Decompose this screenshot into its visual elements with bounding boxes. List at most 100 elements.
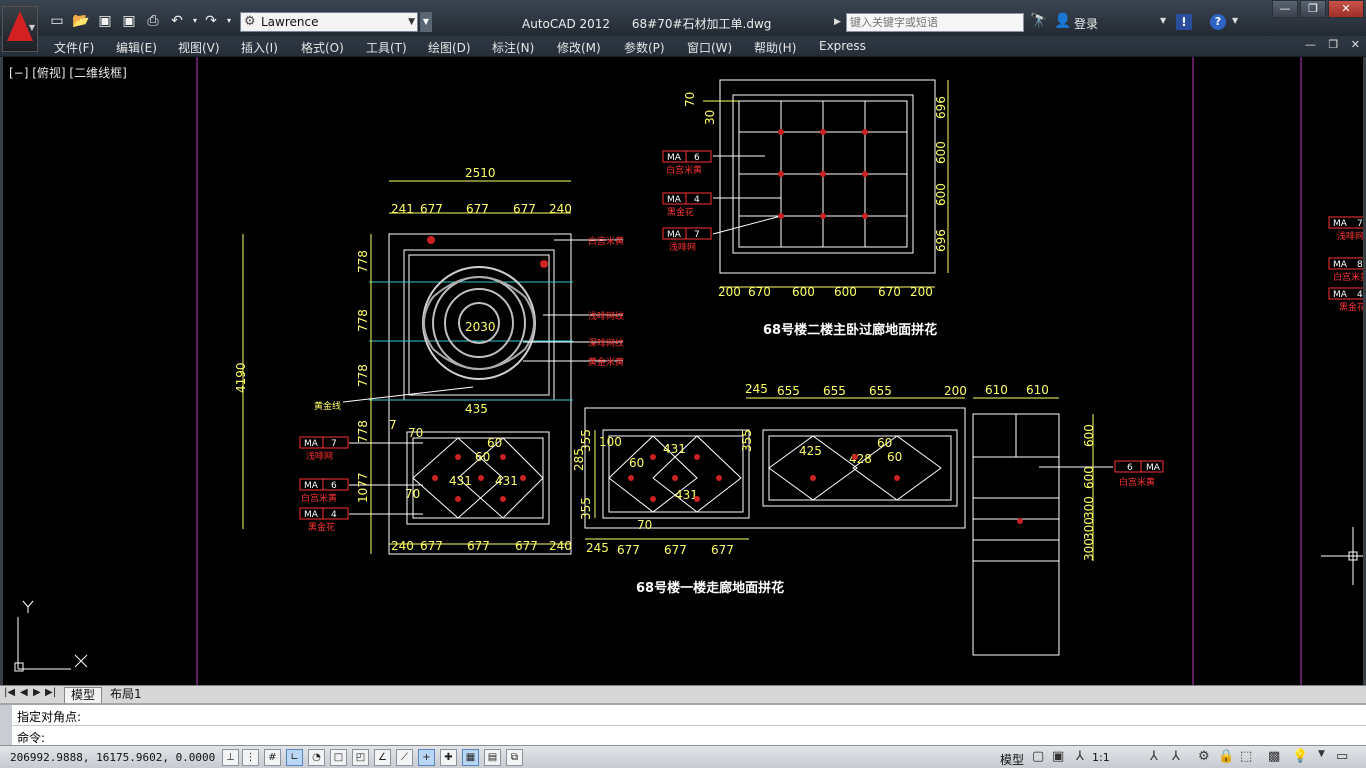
command-history: 指定对角点: xyxy=(17,710,82,724)
dim-label: 60 xyxy=(887,450,902,464)
dim-label: 778 xyxy=(356,250,370,273)
dim-label: 778 xyxy=(356,420,370,443)
application-menu-button[interactable]: ▼ xyxy=(2,6,38,52)
dynamic-input-button[interactable]: + xyxy=(418,749,435,766)
marker-dot xyxy=(478,475,484,481)
lineweight-button[interactable]: ✚ xyxy=(440,749,457,766)
redo-icon[interactable]: ↷ xyxy=(202,12,220,30)
workspace-select[interactable]: ⚙ Lawrence ▼ xyxy=(240,12,418,32)
restore-button[interactable]: ❐ xyxy=(1300,0,1326,18)
toolbar-lock-icon[interactable]: ⬚ xyxy=(1240,749,1252,764)
quick-properties-button[interactable]: ▤ xyxy=(484,749,501,766)
doc-restore-button[interactable]: ❐ xyxy=(1328,38,1338,51)
menu-draw[interactable]: 绘图(D) xyxy=(428,39,471,56)
command-input[interactable]: 命令: xyxy=(17,729,45,746)
document-window-controls: — ❐ ✕ xyxy=(1296,38,1360,51)
clean-screen-icon[interactable]: ▭ xyxy=(1336,749,1348,764)
menu-edit[interactable]: 编辑(E) xyxy=(116,39,157,56)
transparency-button[interactable]: ▦ xyxy=(462,749,479,766)
menu-file[interactable]: 文件(F) xyxy=(54,39,94,56)
viewport-controls-label[interactable]: [−] [俯视] [二维线框] xyxy=(9,64,127,81)
hardware-acceleration-icon[interactable]: ▩ xyxy=(1268,749,1280,764)
close-button[interactable]: ✕ xyxy=(1328,0,1364,18)
coordinate-readout[interactable]: 206992.9888, 16175.9602, 0.0000 xyxy=(10,751,215,764)
dim-label: 670 xyxy=(748,285,771,299)
user-icon[interactable]: 👤 xyxy=(1054,13,1071,29)
minimize-button[interactable]: — xyxy=(1272,0,1298,18)
model-space-button[interactable]: 模型 xyxy=(1000,751,1024,768)
menu-insert[interactable]: 插入(I) xyxy=(241,39,278,56)
polar-tracking-button[interactable]: ◔ xyxy=(308,749,325,766)
dim-label: 677 xyxy=(513,202,536,216)
dim-label: 240 xyxy=(549,202,572,216)
last-tab-icon[interactable]: ▶| xyxy=(45,687,56,698)
chevron-down-icon[interactable]: ▼ xyxy=(1318,749,1325,759)
tag-name: 白宫米黄 xyxy=(1333,271,1363,283)
dim-label: 600 xyxy=(1082,424,1096,447)
save-as-icon[interactable]: ▣ xyxy=(120,12,138,30)
first-tab-icon[interactable]: |◀ xyxy=(4,687,15,698)
annotation-scale-value[interactable]: 1:1 xyxy=(1092,751,1110,764)
tag-code: MA xyxy=(304,481,319,491)
prev-tab-icon[interactable]: ◀ xyxy=(20,687,28,698)
annotation-scale-icon[interactable]: ⅄ xyxy=(1076,749,1084,764)
object-snap-button[interactable]: □ xyxy=(330,749,347,766)
menu-help[interactable]: 帮助(H) xyxy=(754,39,796,56)
menu-tools[interactable]: 工具(T) xyxy=(366,39,407,56)
annotation-visibility-icon[interactable]: ⅄ xyxy=(1150,749,1158,764)
menu-express[interactable]: Express xyxy=(819,39,866,53)
new-file-icon[interactable]: ▭ xyxy=(48,12,66,30)
tag-name: 浅啡网 xyxy=(1337,230,1363,242)
tab-model[interactable]: 模型 xyxy=(64,687,103,703)
auto-scale-icon[interactable]: ⅄ xyxy=(1172,749,1180,764)
chevron-down-icon[interactable]: ▼ xyxy=(1160,16,1166,25)
snap-mode-button[interactable]: ⋮ xyxy=(242,749,259,766)
quick-view-drawings-icon[interactable]: ▣ xyxy=(1052,749,1064,764)
tab-layout1[interactable]: 布局1 xyxy=(104,687,148,703)
marker-dot xyxy=(778,171,784,177)
menu-view[interactable]: 视图(V) xyxy=(178,39,220,56)
ucs-icon xyxy=(14,617,88,672)
quick-access-menu-button[interactable]: ▼ xyxy=(420,12,432,32)
material-label: 白宫米黄 xyxy=(588,235,624,247)
infer-constraints-button[interactable]: ⊥ xyxy=(222,749,239,766)
doc-minimize-button[interactable]: — xyxy=(1305,38,1316,51)
workspace-value: Lawrence xyxy=(261,15,319,29)
menu-parametric[interactable]: 参数(P) xyxy=(624,39,665,56)
menu-dimension[interactable]: 标注(N) xyxy=(492,39,534,56)
menu-modify[interactable]: 修改(M) xyxy=(557,39,601,56)
chevron-down-icon: ▼ xyxy=(28,23,35,32)
help-icon[interactable]: ? xyxy=(1210,14,1226,30)
dynamic-ucs-button[interactable]: ⟋ xyxy=(396,749,413,766)
exchange-icon[interactable]: ! xyxy=(1176,14,1192,30)
isolate-objects-icon[interactable]: 💡 xyxy=(1292,749,1308,764)
dim-label: 778 xyxy=(356,364,370,387)
search-expand-icon[interactable]: ▶ xyxy=(834,13,846,31)
object-snap-tracking-button[interactable]: ∠ xyxy=(374,749,391,766)
grid-display-button[interactable]: # xyxy=(264,749,281,766)
save-icon[interactable]: ▣ xyxy=(96,12,114,30)
next-tab-icon[interactable]: ▶ xyxy=(33,687,41,698)
menu-window[interactable]: 窗口(W) xyxy=(687,39,732,56)
undo-icon[interactable]: ↶ xyxy=(168,12,186,30)
cad-drawing[interactable]: 2510 241 677 677 677 240 240 677 677 677… xyxy=(3,57,1363,685)
binoculars-icon[interactable]: 🔭 xyxy=(1030,13,1047,29)
menu-format[interactable]: 格式(O) xyxy=(301,39,344,56)
search-input[interactable] xyxy=(846,13,1024,32)
open-file-icon[interactable]: 📂 xyxy=(72,12,90,30)
menu-bar: 文件(F) 编辑(E) 视图(V) 插入(I) 格式(O) 工具(T) 绘图(D… xyxy=(0,36,1366,57)
lock-icon[interactable]: 🔒 xyxy=(1218,749,1234,764)
quick-view-layouts-icon[interactable]: ▢ xyxy=(1032,749,1044,764)
selection-cycling-button[interactable]: ⧉ xyxy=(506,749,523,766)
drawing-canvas[interactable]: 2510 241 677 677 677 240 240 677 677 677… xyxy=(0,57,1366,685)
tag-code: MA xyxy=(1333,219,1348,229)
command-window-grip[interactable] xyxy=(0,705,12,745)
print-icon[interactable]: ⎙ xyxy=(144,12,162,30)
redo-dropdown-icon[interactable]: ▾ xyxy=(220,12,238,30)
doc-close-button[interactable]: ✕ xyxy=(1351,38,1360,51)
workspace-switch-icon[interactable]: ⚙ xyxy=(1198,749,1210,764)
chevron-down-icon[interactable]: ▼ xyxy=(1232,16,1238,25)
login-button[interactable]: 登录 xyxy=(1074,15,1098,32)
3d-object-snap-button[interactable]: ◰ xyxy=(352,749,369,766)
ortho-mode-button[interactable]: ∟ xyxy=(286,749,303,766)
